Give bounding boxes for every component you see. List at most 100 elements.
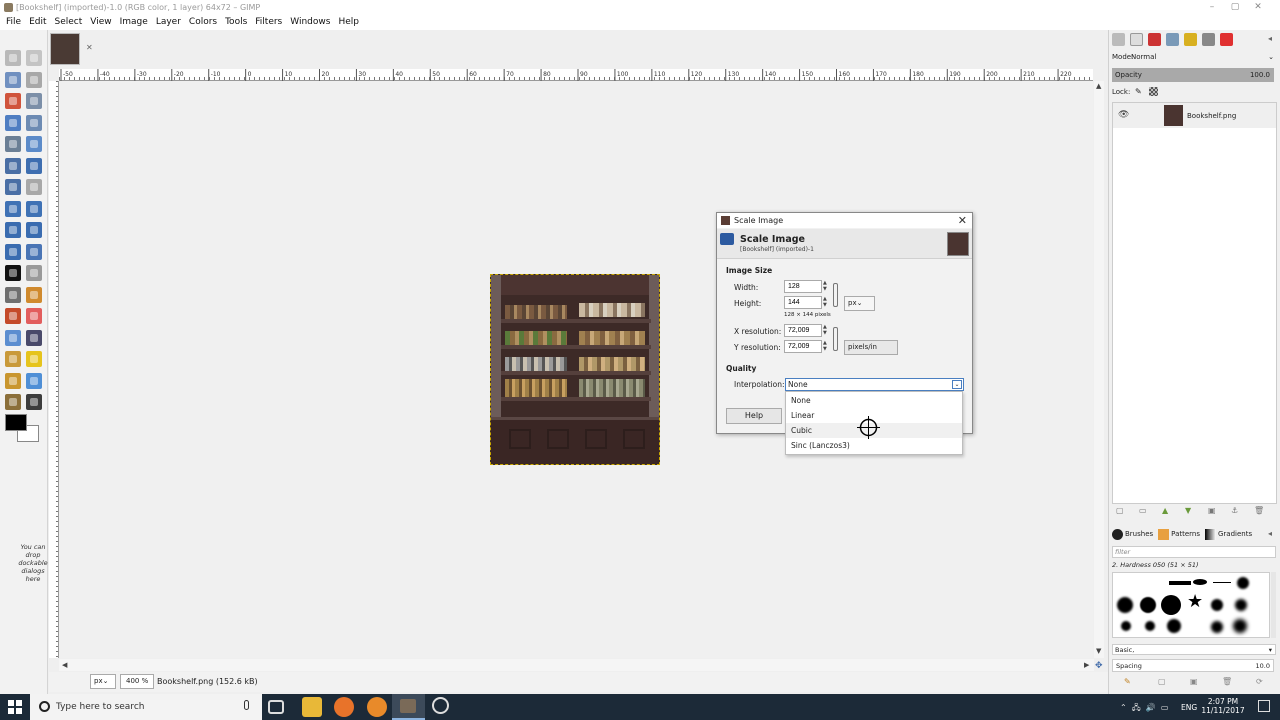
bucket-fill-tool-icon[interactable] [26,265,42,281]
menu-colors[interactable]: Colors [185,15,221,30]
measure-tool-icon[interactable] [5,157,21,174]
heal-tool-icon[interactable] [26,351,42,367]
menu-view[interactable]: View [86,15,115,30]
image-tab-thumbnail[interactable] [50,33,80,65]
dialog-titlebar[interactable]: Scale Image ✕ [717,213,972,228]
brush-swatch[interactable] [1193,579,1207,585]
ink-tool-icon[interactable] [26,329,42,346]
lower-layer-icon[interactable]: ▼ [1185,506,1199,515]
lock-pixels-icon[interactable]: ✎ [1135,87,1142,96]
move-tool-icon[interactable] [26,157,42,174]
edit-brush-icon[interactable]: ✎ [1124,677,1131,686]
width-stepper-icon[interactable]: ▲ ▼ [823,280,830,292]
y-resolution-stepper-icon[interactable]: ▲ ▼ [823,340,830,352]
obs-icon[interactable] [432,697,449,714]
bookshelf-image[interactable] [490,274,660,465]
chain-link-icon[interactable] [833,283,838,307]
brush-swatch[interactable] [1235,599,1247,611]
brush-swatch[interactable] [1117,597,1133,613]
scroll-down-icon[interactable]: ▼ [1096,647,1101,655]
refresh-brushes-icon[interactable]: ⟳ [1256,677,1263,686]
brush-swatch[interactable] [1169,581,1191,585]
task-view-icon[interactable] [268,700,284,714]
pointer-tool-icon[interactable] [5,136,21,152]
x-resolution-stepper-icon[interactable]: ▲ ▼ [823,324,830,336]
anchor-layer-icon[interactable]: ⚓ [1231,506,1245,515]
brush-swatch[interactable] [1211,621,1223,633]
color-picker-tool-icon[interactable] [26,114,42,131]
clone-tool-icon[interactable] [5,351,21,367]
height-input[interactable] [784,296,822,309]
brush-scrollbar[interactable] [1271,572,1276,638]
undo-history-tab-icon[interactable] [1184,33,1197,46]
align-tool-icon[interactable] [5,179,21,195]
tab-brushes[interactable]: Brushes [1112,527,1153,541]
interpolation-select[interactable]: None ⌄ [785,378,964,391]
brush-swatch[interactable] [1167,619,1181,633]
duplicate-layer-icon[interactable]: ▣ [1208,506,1222,515]
layers-tab-icon[interactable] [1112,33,1125,46]
horizontal-scrollbar[interactable]: ◀ ▶ [59,659,1094,671]
opacity-slider[interactable]: Opacity 100.0 [1112,68,1274,82]
horizontal-ruler[interactable]: -50 -40 -30 -20 -10 0 10 20 30 40 50 60 70 80 90 100 110… [59,69,1093,81]
foreground-select-tool-icon[interactable] [5,114,21,131]
chevron-down-icon[interactable]: ⌄ [952,380,962,389]
close-icon[interactable]: ✕ [86,43,93,52]
spacing-slider[interactable]: Spacing 10.0 [1112,659,1274,672]
brush-swatch[interactable] [1237,577,1249,589]
gimp-taskbar-button[interactable] [392,694,425,720]
microphone-icon[interactable] [244,700,249,710]
scroll-right-icon[interactable]: ▶ [1084,661,1089,669]
help-button[interactable]: Help [726,408,782,424]
menu-windows[interactable]: Windows [286,15,334,30]
language-indicator[interactable]: ENG [1181,703,1197,712]
colormap-tab-icon[interactable] [1166,33,1179,46]
flip-tool-icon[interactable] [5,243,21,260]
option-none[interactable]: None [786,393,962,408]
foreground-color-swatch[interactable] [5,414,27,431]
scroll-left-icon[interactable]: ◀ [62,661,67,669]
width-input[interactable] [784,280,822,293]
unit-select[interactable]: px⌄ [90,674,116,689]
dialog-close-icon[interactable]: ✕ [958,214,967,227]
fuzzy-select-tool-icon[interactable] [5,93,21,109]
raise-layer-icon[interactable]: ▲ [1162,506,1176,515]
document-history-tab-icon[interactable] [1220,33,1233,46]
menu-filters[interactable]: Filters [251,15,286,30]
rect-select-tool-icon[interactable] [5,50,21,66]
height-stepper-icon[interactable]: ▲ ▼ [823,296,830,308]
visibility-eye-icon[interactable]: 👁 [1118,110,1129,120]
menu-help[interactable]: Help [334,15,363,30]
vertical-scrollbar[interactable]: ▲ ▼ [1094,81,1104,658]
brush-swatch[interactable] [1121,621,1131,631]
notifications-icon[interactable] [1258,700,1270,712]
app-icon[interactable] [367,697,387,717]
blend-tool-icon[interactable] [5,286,21,303]
delete-brush-icon[interactable]: 🗑 [1222,677,1232,686]
menu-layer[interactable]: Layer [152,15,185,30]
zoom-select[interactable]: 400 % ⌄ [120,674,154,698]
zoom-tool-icon[interactable] [26,136,42,152]
system-tray-icons[interactable]: ⌃ 🖧 🔊 ▭ [1120,702,1168,716]
scroll-up-icon[interactable]: ▲ [1096,82,1101,90]
mode-select[interactable]: Normal ⌄ [1128,51,1276,64]
brush-filter-input[interactable]: filter [1112,546,1276,558]
chain-link-icon[interactable] [833,327,838,351]
paintbrush-tool-icon[interactable] [5,308,21,324]
eraser-tool-icon[interactable] [26,308,42,324]
new-brush-icon[interactable]: ▢ [1158,677,1166,686]
menu-tools[interactable]: Tools [221,15,251,30]
brush-swatch[interactable] [1145,621,1155,631]
resolution-unit-select[interactable]: pixels/in [844,340,898,355]
menu-file[interactable]: File [2,15,25,30]
tab-gradients[interactable]: Gradients [1205,527,1252,541]
airbrush-tool-icon[interactable] [5,329,21,346]
menu-edit[interactable]: Edit [25,15,50,30]
smudge-tool-icon[interactable] [5,394,21,410]
duplicate-brush-icon[interactable]: ▣ [1190,677,1198,686]
new-group-icon[interactable]: ▭ [1139,506,1153,515]
free-select-tool-icon[interactable] [5,71,21,88]
rotate-tool-icon[interactable] [5,200,21,217]
brush-swatch[interactable] [1161,595,1181,615]
brush-swatch[interactable] [1140,597,1156,613]
